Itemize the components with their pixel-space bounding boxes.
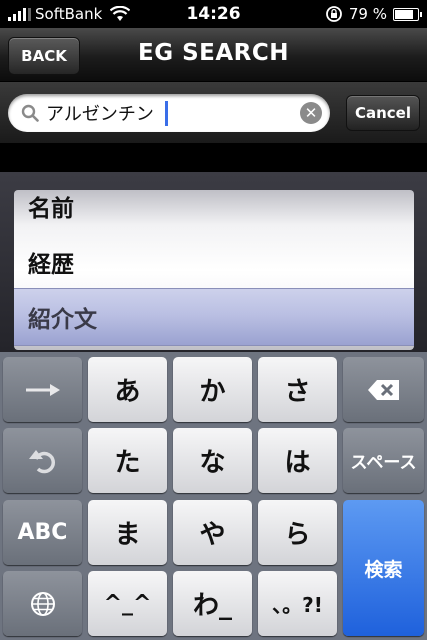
key-a[interactable]: あ (88, 357, 167, 422)
picker-item-history[interactable]: 経歴 (28, 232, 74, 292)
search-key[interactable]: 検索 (343, 500, 424, 636)
key-ma[interactable]: ま (88, 500, 167, 565)
space-key[interactable]: スペース (343, 428, 424, 493)
keyboard: ABC あ か さ た な は ま や ら ^_^ わ_ 、。?! スペース 検… (0, 352, 427, 640)
cancel-button[interactable]: Cancel (346, 95, 420, 131)
key-ha[interactable]: は (258, 428, 337, 493)
rotation-lock-icon (325, 6, 342, 22)
key-punctuation[interactable]: 、。?! (258, 571, 337, 636)
status-right: 79 % (325, 5, 422, 23)
battery-icon (393, 7, 422, 21)
key-sa[interactable]: さ (258, 357, 337, 422)
key-ka[interactable]: か (173, 357, 252, 422)
battery-percent: 79 % (348, 5, 387, 23)
picker-area: 名前 経歴 紹介文 (0, 144, 427, 352)
page-title: EG SEARCH (137, 40, 289, 66)
key-na[interactable]: な (173, 428, 252, 493)
search-icon (21, 104, 39, 122)
picker-item-intro[interactable]: 紹介文 (28, 289, 97, 345)
backspace-key[interactable] (343, 357, 424, 422)
key-emoticon[interactable]: ^_^ (88, 571, 167, 636)
abc-key[interactable]: ABC (3, 500, 82, 565)
arrow-key[interactable] (3, 357, 82, 422)
status-bar: SoftBank 14:26 79 % (0, 0, 427, 28)
key-wa[interactable]: わ_ (173, 571, 252, 636)
undo-key[interactable] (3, 428, 82, 493)
search-field[interactable]: ✕ (8, 94, 330, 132)
clear-icon[interactable]: ✕ (300, 102, 322, 124)
key-ta[interactable]: た (88, 428, 167, 493)
globe-icon (30, 591, 55, 616)
picker-item-name[interactable]: 名前 (28, 190, 74, 236)
search-bar: ✕ Cancel (0, 82, 427, 144)
navigation-bar: BACK EG SEARCH (0, 28, 427, 82)
key-ya[interactable]: や (173, 500, 252, 565)
text-caret (165, 101, 168, 126)
backspace-icon (367, 379, 399, 400)
undo-icon (28, 449, 55, 473)
picker-selection-bar[interactable]: 紹介文 (14, 288, 414, 346)
globe-key[interactable] (3, 571, 82, 636)
arrow-right-icon (25, 383, 60, 396)
key-ra[interactable]: ら (258, 500, 337, 565)
